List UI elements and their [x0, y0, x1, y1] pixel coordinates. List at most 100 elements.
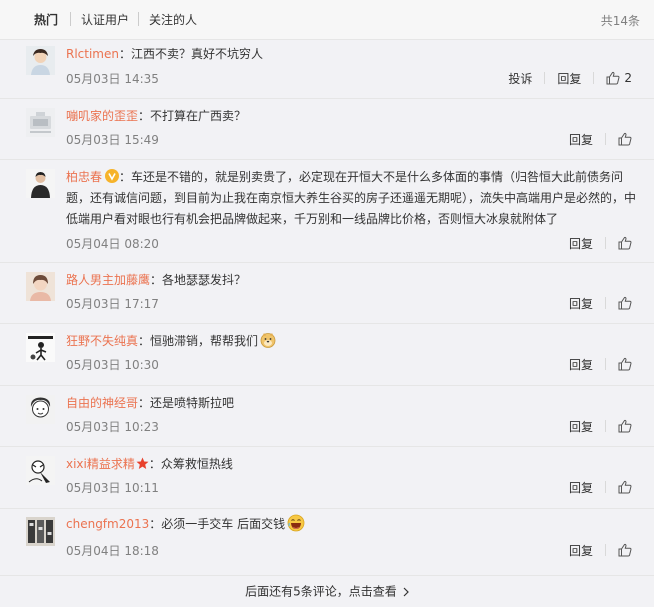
tab-verified-users[interactable]: 认证用户	[81, 11, 129, 28]
like-button[interactable]	[618, 296, 632, 310]
comment-username[interactable]: Rlctimen	[66, 47, 119, 61]
comment-item: xixi精益求精 ：众筹救恒热线 05月03日 10:11 回复	[0, 447, 654, 509]
thumbs-up-icon	[618, 132, 632, 146]
like-button[interactable]	[618, 132, 632, 146]
avatar[interactable]	[26, 169, 55, 198]
comment-text-line: Rlctimen：江西不卖？真好不坑穷人	[66, 44, 640, 65]
tab-following[interactable]: 关注的人	[149, 11, 197, 28]
action-divider	[605, 297, 606, 309]
tab-hot[interactable]: 热门	[34, 11, 58, 28]
action-divider	[605, 237, 606, 249]
colon-separator: ：	[148, 457, 161, 471]
comment-text: 各地瑟瑟发抖？	[162, 273, 247, 287]
comment-time: 05月04日 08:20	[66, 237, 159, 251]
comment-username[interactable]: 狂野不失纯真	[66, 334, 138, 348]
colon-separator: ：	[119, 170, 132, 184]
reply-button[interactable]: 回复	[569, 479, 593, 496]
reply-button[interactable]: 回复	[569, 235, 593, 252]
reply-button[interactable]: 回复	[569, 418, 593, 435]
comment-text-line: 柏忠春 ：车还是不错的，就是别卖贵了，必定现在开恒大不是什么多体面的事情（归咎恒大…	[66, 167, 640, 230]
comment-text: 必须一手交车 后面交钱	[161, 517, 286, 531]
comment-time: 05月03日 17:17	[66, 297, 159, 311]
comment-text-line: 嘣叽家的歪歪：不打算在广西卖？	[66, 106, 640, 127]
view-more-comments-link[interactable]: 后面还有5条评论，点击查看	[245, 577, 409, 606]
avatar[interactable]	[26, 272, 55, 301]
comment-time: 05月04日 18:18	[66, 544, 159, 558]
comment-text: 车还是不错的，就是别卖贵了，必定现在开恒大不是什么多体面的事情（归咎恒大此前债务…	[66, 170, 637, 226]
comment-username[interactable]: 路人男主加藤鹰	[66, 273, 150, 287]
report-button[interactable]: 投诉	[508, 70, 532, 87]
action-divider	[605, 481, 606, 493]
comment-actions: 回复	[569, 356, 632, 372]
comment-tab-bar: 热门 认证用户 关注的人 共14条	[0, 0, 654, 40]
thumbs-up-icon	[618, 543, 632, 557]
comment-item: 狂野不失纯真：恒驰滞销，帮帮我们 05月03日 10:30 回复	[0, 324, 654, 386]
avatar[interactable]	[26, 456, 55, 485]
comment-text: 江西不卖？真好不坑穷人	[131, 47, 264, 61]
comment-item: 嘣叽家的歪歪：不打算在广西卖？ 05月03日 15:49 回复	[0, 99, 654, 160]
comment-actions: 投诉 回复 2	[508, 70, 632, 86]
colon-separator: ：	[150, 273, 163, 287]
like-button[interactable]	[618, 236, 632, 250]
comment-actions: 回复	[569, 295, 632, 311]
comment-text: 不打算在广西卖？	[150, 109, 247, 123]
reply-button[interactable]: 回复	[569, 131, 593, 148]
comment-total-count: 共14条	[600, 14, 640, 28]
reply-button[interactable]: 回复	[569, 356, 593, 373]
colon-separator: ：	[149, 517, 162, 531]
reply-button[interactable]: 回复	[557, 70, 581, 87]
reply-button[interactable]: 回复	[569, 295, 593, 312]
thumbs-up-icon	[618, 357, 632, 371]
comment-text-line: 狂野不失纯真：恒驰滞销，帮帮我们	[66, 331, 640, 352]
comment-time: 05月03日 10:30	[66, 358, 159, 372]
action-divider	[605, 133, 606, 145]
comment-username[interactable]: 嘣叽家的歪歪	[66, 109, 138, 123]
comment-text-line: 路人男主加藤鹰：各地瑟瑟发抖？	[66, 270, 640, 291]
like-button[interactable]: 2	[606, 71, 632, 85]
comment-username[interactable]: 柏忠春	[66, 170, 102, 184]
comment-time: 05月03日 10:23	[66, 420, 159, 434]
thumbs-up-icon	[606, 71, 620, 85]
tab-divider	[70, 12, 71, 26]
like-button[interactable]	[618, 419, 632, 433]
comment-username[interactable]: chengfm2013	[66, 517, 149, 531]
doge-emoji-icon	[260, 333, 276, 348]
comment-text-line: 自由的神经哥：还是喷特斯拉吧	[66, 393, 640, 414]
comment-text-line: chengfm2013：必须一手交车 后面交钱	[66, 514, 640, 535]
comment-actions: 回复	[569, 235, 632, 251]
thumbs-up-icon	[618, 296, 632, 310]
comment-text: 还是喷特斯拉吧	[150, 396, 235, 410]
comment-panel: 热门 认证用户 关注的人 共14条 Rlctimen：江西不卖？真好不坑穷人 0…	[0, 0, 654, 607]
thumbs-up-icon	[618, 419, 632, 433]
star-badge-icon	[136, 457, 149, 469]
laugh-emoji-icon	[287, 514, 305, 532]
comment-actions: 回复	[569, 418, 632, 434]
like-button[interactable]	[618, 543, 632, 557]
comment-time: 05月03日 10:11	[66, 481, 159, 495]
like-button[interactable]	[618, 357, 632, 371]
avatar[interactable]	[26, 333, 55, 362]
action-divider	[605, 358, 606, 370]
colon-separator: ：	[119, 47, 132, 61]
comment-text: 恒驰滞销，帮帮我们	[150, 334, 259, 348]
comment-actions: 回复	[569, 542, 632, 558]
avatar[interactable]	[26, 46, 55, 75]
chevron-right-icon	[403, 587, 409, 596]
thumbs-up-icon	[618, 480, 632, 494]
avatar[interactable]	[26, 517, 55, 546]
thumbs-up-icon	[618, 236, 632, 250]
colon-separator: ：	[138, 334, 151, 348]
tab-divider	[138, 12, 139, 26]
comment-list: Rlctimen：江西不卖？真好不坑穷人 05月03日 14:35 投诉 回复 …	[0, 40, 654, 576]
like-button[interactable]	[618, 480, 632, 494]
comment-footer: 后面还有5条评论，点击查看	[0, 577, 654, 607]
avatar[interactable]	[26, 395, 55, 424]
comment-username[interactable]: xixi精益求精	[66, 457, 135, 471]
action-divider	[605, 420, 606, 432]
comment-username[interactable]: 自由的神经哥	[66, 396, 138, 410]
comment-text: 众筹救恒热线	[160, 457, 233, 471]
avatar[interactable]	[26, 108, 55, 137]
reply-button[interactable]: 回复	[569, 542, 593, 559]
action-divider	[544, 72, 546, 84]
action-divider	[605, 544, 606, 556]
